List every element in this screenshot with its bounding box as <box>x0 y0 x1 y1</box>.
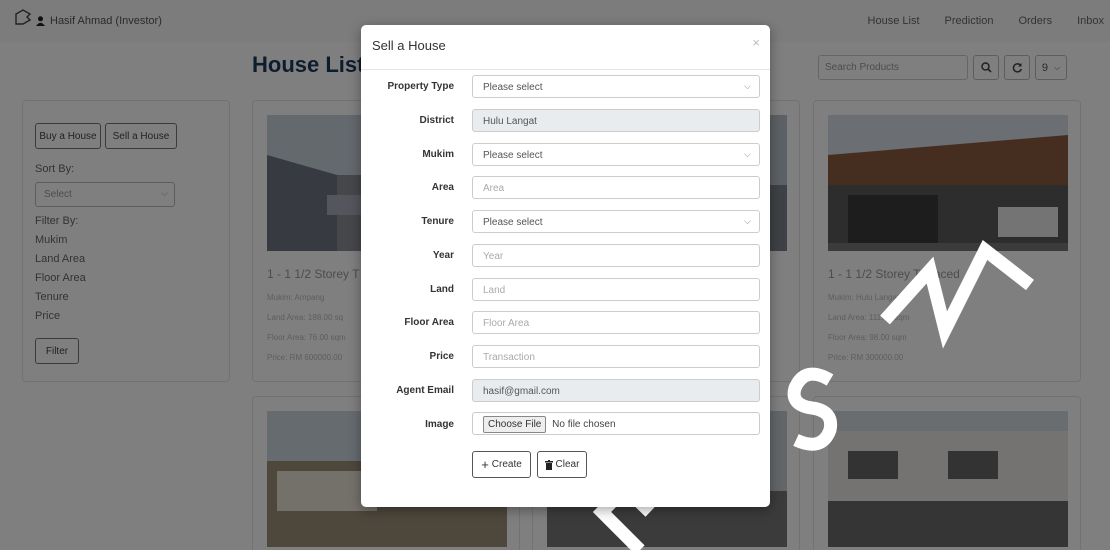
district-label: District <box>419 115 454 126</box>
year-input[interactable]: Year <box>472 244 760 267</box>
area-label: Area <box>431 182 454 193</box>
plus-icon: + <box>481 457 489 472</box>
image-file-input[interactable]: Choose File No file chosen <box>472 412 760 435</box>
clear-label: Clear <box>555 459 580 470</box>
price-input[interactable]: Transaction <box>472 345 760 368</box>
floor-area-label: Floor Area <box>404 317 454 328</box>
price-label: Price <box>429 351 454 362</box>
modal-divider <box>361 69 770 70</box>
mukim-value: Please select <box>483 150 543 161</box>
land-label: Land <box>430 284 454 295</box>
property-type-label: Property Type <box>387 81 455 92</box>
area-input[interactable]: Area <box>472 176 760 199</box>
create-button[interactable]: + Create <box>472 451 531 478</box>
land-input[interactable]: Land <box>472 278 760 301</box>
tenure-select[interactable]: Please select ⌵ <box>472 210 760 233</box>
clear-button[interactable]: Clear <box>537 451 587 478</box>
chevron-down-icon: ⌵ <box>744 81 751 91</box>
file-status: No file chosen <box>552 419 616 430</box>
district-field: Hulu Langat <box>472 109 760 132</box>
create-label: Create <box>491 459 522 470</box>
property-type-select[interactable]: Please select ⌵ <box>472 75 760 98</box>
image-label: Image <box>425 419 454 430</box>
sell-house-modal: Sell a House × Property Type Please sele… <box>361 25 770 507</box>
trash-icon <box>544 459 553 470</box>
mukim-select[interactable]: Please select ⌵ <box>472 143 760 166</box>
chevron-down-icon: ⌵ <box>744 149 751 159</box>
choose-file-button[interactable]: Choose File <box>483 416 547 433</box>
floor-area-input[interactable]: Floor Area <box>472 311 760 334</box>
modal-title: Sell a House <box>372 38 446 53</box>
mukim-label: Mukim <box>422 149 454 160</box>
year-label: Year <box>432 250 454 261</box>
agent-email-label: Agent Email <box>396 385 454 396</box>
property-type-value: Please select <box>483 82 543 93</box>
agent-email-field: hasif@gmail.com <box>472 379 760 402</box>
tenure-label: Tenure <box>421 216 454 227</box>
tenure-value: Please select <box>483 217 543 228</box>
close-icon[interactable]: × <box>752 35 760 50</box>
chevron-down-icon: ⌵ <box>744 216 751 226</box>
